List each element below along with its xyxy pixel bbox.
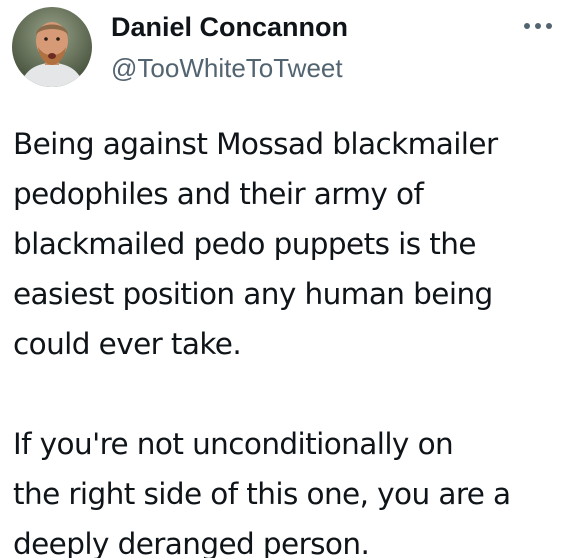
tweet-paragraph: If you're not unconditionally on the rig… xyxy=(13,427,511,558)
tweet-text: Being against Mossad blackmailer pedophi… xyxy=(13,119,561,558)
tweet-paragraph: Being against Mossad blackmailer pedophi… xyxy=(13,127,498,361)
profile-photo-icon xyxy=(12,7,92,87)
user-handle[interactable]: @TooWhiteToTweet xyxy=(111,52,343,84)
display-name[interactable]: Daniel Concannon xyxy=(111,11,348,43)
tweet-card: Daniel Concannon @TooWhiteToTweet Being … xyxy=(0,0,568,558)
more-options-button[interactable] xyxy=(518,14,558,38)
avatar[interactable] xyxy=(12,7,92,87)
ellipsis-icon xyxy=(524,23,552,29)
